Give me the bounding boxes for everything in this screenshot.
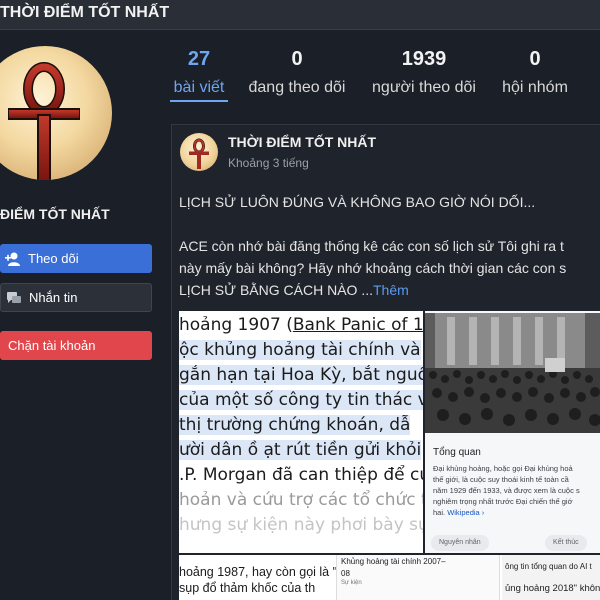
ankh-icon [8, 62, 80, 180]
post-image-search-card[interactable]: Tổng quan Đại khủng hoảng, hoặc gọi Đại … [425, 311, 600, 553]
stat-value: 0 [291, 48, 303, 70]
post-author-name[interactable]: THỜI ĐIỂM TỐT NHẤT [228, 134, 376, 150]
historic-photo [425, 313, 600, 433]
strip-search-card: Khủng hoảng tài chính 2007– 08 Sự kiện [336, 555, 500, 600]
stat-following[interactable]: 0 đang theo dõi [244, 48, 350, 97]
card-title: Tổng quan [433, 447, 481, 458]
page-title: THỜI ĐIỂM TỐT NHẤT [0, 4, 170, 21]
profile-stats: 27 bài viết 0 đang theo dõi 1939 người t… [166, 44, 600, 106]
strip-line: sụp đổ thảm khốc của th [179, 581, 316, 595]
follow-label: Theo dõi [28, 251, 79, 266]
post-image-strip[interactable]: hoảng 1987, hay còn gọi là "Th sụp đổ th… [179, 555, 600, 600]
post-timestamp: Khoảng 3 tiếng [228, 156, 309, 170]
article-line: .P. Morgan đã can thiệp để cu [179, 465, 423, 485]
follow-button[interactable]: Theo dõi [0, 244, 152, 273]
chip-cause: Nguyên nhân [431, 535, 489, 551]
stat-label: hội nhóm [502, 79, 568, 96]
add-user-icon [4, 250, 22, 268]
stat-value: 1939 [401, 48, 447, 70]
profile-avatar[interactable] [0, 46, 112, 180]
post-text-line: LỊCH SỬ LUÔN ĐÚNG VÀ KHÔNG BAO GIỜ NÓI D… [179, 194, 536, 210]
stat-label: đang theo dõi [248, 79, 346, 96]
profile-sidebar: ĐIỂM TỐT NHẤT Theo dõi Nhắn tin Chặn tài… [0, 31, 166, 600]
post-body: LỊCH SỬ LUÔN ĐÚNG VÀ KHÔNG BAO GIỜ NÓI D… [179, 191, 600, 301]
strip-line: hoảng 1987, hay còn gọi là "Th [179, 565, 352, 579]
top-bar: THỜI ĐIỂM TỐT NHẤT [0, 0, 600, 30]
chip-end: Kết thúc [545, 535, 587, 551]
profile-name: ĐIỂM TỐT NHẤT [0, 206, 110, 222]
article-line: gắn hạn tại Hoa Kỳ, bắt nguồ [179, 365, 423, 385]
post-card: THỜI ĐIỂM TỐT NHẤT Khoảng 3 tiếng LỊCH S… [171, 124, 600, 600]
post-text-tail: LỊCH SỬ BẰNG CÁCH NÀO ... [179, 282, 373, 298]
post-text-line: ACE còn nhớ bài đăng thống kê các con số… [179, 238, 564, 254]
ankh-icon [189, 138, 209, 169]
stat-groups[interactable]: 0 hội nhóm [497, 48, 573, 97]
post-text-line: LỊCH SỬ BẰNG CÁCH NÀO ...Thêm [179, 279, 600, 301]
article-line: ộc khủng hoảng tài chính và [179, 340, 421, 360]
stat-label: người theo dõi [372, 79, 476, 96]
see-more-link[interactable]: Thêm [373, 282, 409, 298]
block-account-button[interactable]: Chặn tài khoản [0, 331, 152, 360]
stat-posts[interactable]: 27 bài viết [170, 48, 228, 102]
stat-value: 0 [529, 48, 541, 70]
stat-followers[interactable]: 1939 người theo dõi [367, 48, 481, 97]
wikipedia-link: Wikipedia › [447, 508, 485, 517]
card-body: Đại khủng hoảng, hoặc gọi Đại khủng hoả … [433, 464, 580, 517]
post-author-avatar[interactable] [180, 133, 218, 171]
article-line: của một số công ty tin thác v [179, 390, 423, 410]
stat-value: 27 [187, 48, 211, 70]
chat-icon [5, 289, 23, 307]
stat-label: bài viết [170, 79, 228, 102]
article-line: hoản và cứu trợ các tổ chức t [179, 490, 423, 510]
article-line: hưng sự kiện này phơi bày sự [179, 515, 423, 535]
block-label: Chặn tài khoản [8, 338, 96, 353]
message-label: Nhắn tin [29, 290, 78, 305]
article-line: thị trường chứng khoán, dẫ [179, 415, 411, 435]
post-image-article[interactable]: hoảng 1907 (Bank Panic of 190 ộc khủng h… [179, 311, 423, 553]
article-line: ười dân ồ ạt rút tiền gửi khỏi [179, 440, 422, 460]
message-button[interactable]: Nhắn tin [0, 283, 152, 312]
article-line: hoảng 1907 (Bank Panic of 190 [179, 315, 423, 335]
post-text-line: này mấy bài không? Hãy nhớ khoảng cách t… [179, 260, 567, 276]
strip-ai-overview: ông tin tổng quan do AI t ủng hoảng 2018… [502, 555, 600, 600]
